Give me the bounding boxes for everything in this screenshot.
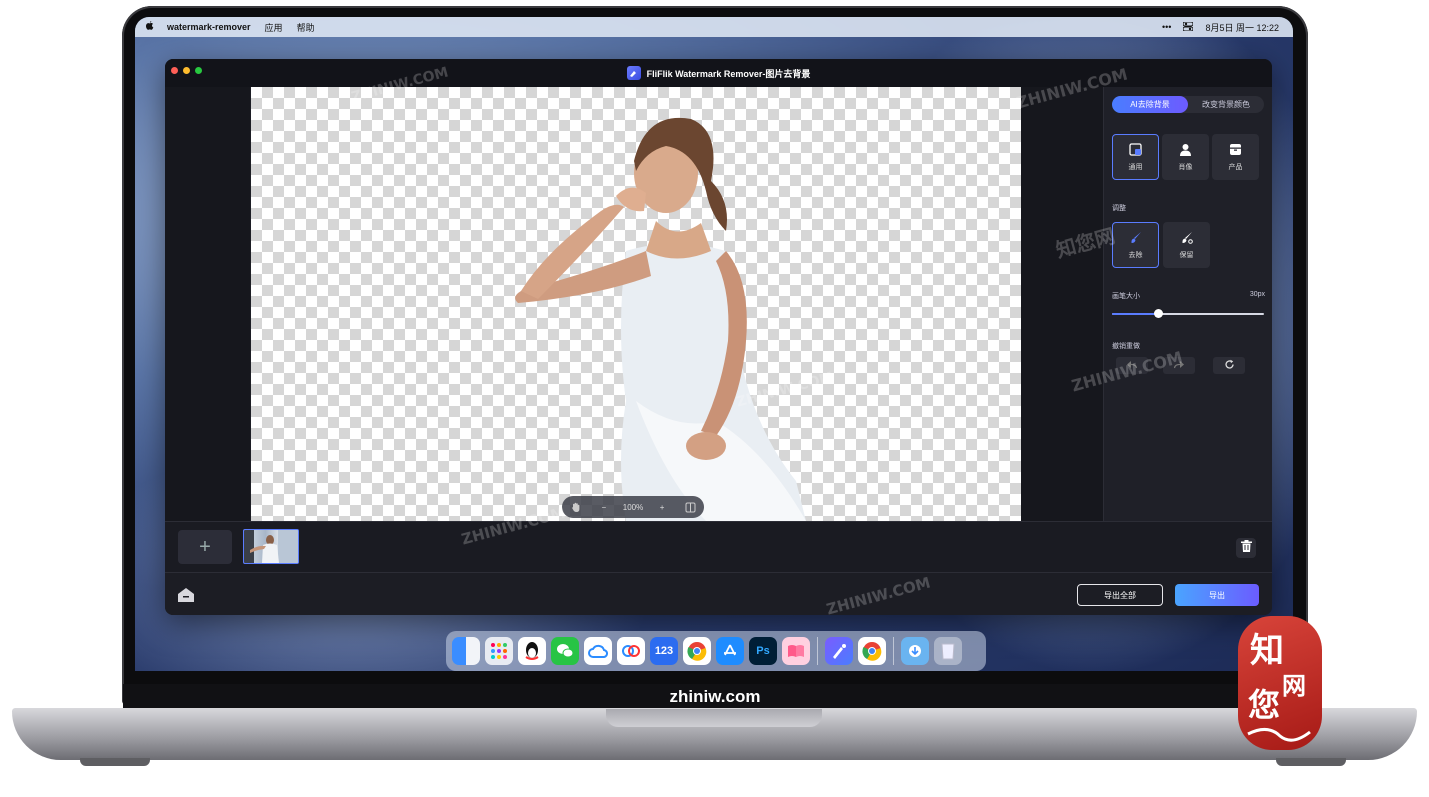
app-store-icon[interactable] — [716, 637, 744, 665]
export-button[interactable]: 导出 — [1175, 584, 1259, 606]
image-canvas[interactable] — [251, 87, 1021, 521]
books-icon[interactable] — [782, 637, 810, 665]
erase-tool[interactable]: 去除 — [1112, 222, 1159, 268]
laptop-notch — [606, 709, 822, 727]
home-icon[interactable] — [177, 586, 195, 604]
thumbnail-strip: + — [165, 521, 1272, 572]
site-logo-graphic: 知 网 您 — [1247, 631, 1311, 742]
desktop-screen: watermark-remover 应用 帮助 ••• 8月5日 周一 12:2… — [135, 17, 1293, 671]
site-logo-badge: 知 网 您 — [1238, 616, 1322, 750]
mode-portrait-label: 肖像 — [1178, 163, 1193, 171]
reset-button[interactable] — [1213, 357, 1245, 374]
finder-icon[interactable] — [452, 637, 480, 665]
dock: 123 Ps — [446, 631, 986, 671]
numbers-icon[interactable]: 123 — [650, 637, 678, 665]
cloud-drive-icon[interactable] — [584, 637, 612, 665]
control-center-icon[interactable] — [1182, 21, 1194, 33]
delete-button[interactable] — [1236, 538, 1256, 558]
badge-char-1: 知 — [1250, 631, 1284, 671]
tab-ai-remove-bg[interactable]: AI去除背景 — [1112, 96, 1188, 113]
qq-icon[interactable] — [518, 637, 546, 665]
chrome-canary-icon[interactable] — [858, 637, 886, 665]
photoshop-icon[interactable]: Ps — [749, 637, 777, 665]
mode-product-label: 产品 — [1228, 163, 1243, 171]
cutout-subject — [515, 117, 806, 521]
menu-clock[interactable]: 8月5日 周一 12:22 — [1205, 21, 1279, 34]
trash-icon — [1240, 539, 1252, 557]
brush-size-fill — [1112, 313, 1158, 315]
window-title: FliFlik Watermark Remover-图片去背景 — [646, 68, 811, 79]
tool-panel: AI去除背景 改变背景颜色 通用 肖像 产品 调整 去除 保留 画笔大小 30p… — [1103, 87, 1272, 521]
brush-size-label: 画笔大小 — [1112, 293, 1140, 300]
launchpad-icon[interactable] — [485, 637, 513, 665]
portrait-icon — [1179, 143, 1192, 158]
keep-brush-icon — [1180, 231, 1193, 246]
zoom-level: 100% — [622, 502, 644, 512]
zoom-button[interactable] — [195, 67, 202, 74]
laptop-foot-left — [80, 758, 150, 766]
adjust-label: 调整 — [1112, 205, 1126, 212]
app-window: FliFlik Watermark Remover-图片去背景 − 100% +… — [165, 59, 1272, 615]
mode-product[interactable]: 产品 — [1212, 134, 1259, 180]
mode-general-label: 通用 — [1128, 163, 1143, 171]
menu-bar-status: ••• 8月5日 周一 12:22 — [1162, 21, 1279, 34]
traffic-lights — [171, 67, 202, 74]
brush-size-slider[interactable] — [1112, 309, 1264, 318]
brush-tools: 去除 保留 — [1112, 222, 1210, 268]
baidu-netdisk-icon[interactable] — [617, 637, 645, 665]
trash-dock-icon[interactable] — [934, 637, 962, 665]
downloads-folder-icon[interactable] — [901, 637, 929, 665]
zoom-out-button[interactable]: − — [595, 498, 613, 516]
keep-tool-label: 保留 — [1179, 251, 1194, 259]
general-icon — [1129, 142, 1142, 158]
mode-tabs: AI去除背景 改变背景颜色 — [1112, 96, 1264, 113]
dock-separator — [817, 637, 818, 665]
product-icon — [1229, 143, 1242, 158]
chrome-icon[interactable] — [683, 637, 711, 665]
reset-icon — [1224, 359, 1235, 372]
menu-app-name[interactable]: watermark-remover — [167, 22, 251, 32]
keep-tool[interactable]: 保留 — [1163, 222, 1210, 268]
erase-tool-label: 去除 — [1128, 251, 1143, 259]
thumbnail-preview — [244, 530, 298, 563]
hand-tool-icon[interactable] — [567, 498, 585, 516]
mode-general[interactable]: 通用 — [1112, 134, 1159, 180]
erase-brush-icon — [1129, 231, 1142, 246]
more-icon[interactable]: ••• — [1162, 22, 1171, 32]
undo-redo-label: 撤销重做 — [1112, 343, 1140, 350]
minimize-button[interactable] — [183, 67, 190, 74]
badge-char-2: 网 — [1282, 671, 1306, 700]
close-button[interactable] — [171, 67, 178, 74]
dock-separator-2 — [893, 637, 894, 665]
watermark-remover-dock-icon[interactable] — [825, 637, 853, 665]
zoom-in-button[interactable]: + — [653, 498, 671, 516]
tab-change-bg-color[interactable]: 改变背景颜色 — [1188, 96, 1264, 113]
menu-item-help[interactable]: 帮助 — [297, 21, 315, 34]
left-gutter — [165, 87, 250, 521]
wechat-icon[interactable] — [551, 637, 579, 665]
image-thumbnail[interactable] — [243, 529, 299, 564]
menu-bar: watermark-remover 应用 帮助 ••• 8月5日 周一 12:2… — [135, 17, 1293, 37]
add-image-button[interactable]: + — [178, 530, 232, 564]
zoom-toolbar: − 100% + — [562, 496, 704, 518]
subject-modes: 通用 肖像 产品 — [1112, 134, 1259, 180]
mode-portrait[interactable]: 肖像 — [1162, 134, 1209, 180]
apple-icon[interactable] — [145, 20, 157, 34]
badge-char-3: 您 — [1248, 686, 1280, 724]
compare-icon[interactable] — [681, 498, 699, 516]
laptop-foot-right — [1276, 758, 1346, 766]
brush-size-knob[interactable] — [1153, 309, 1163, 318]
menu-item-app[interactable]: 应用 — [265, 21, 283, 34]
export-all-button[interactable]: 导出全部 — [1077, 584, 1163, 606]
app-logo-icon — [626, 66, 641, 80]
brush-size-value: 30px — [1249, 291, 1265, 298]
site-caption: zhiniw.com — [669, 687, 761, 706]
canvas-right-gutter — [1021, 87, 1103, 521]
bottom-bar: 导出全部 导出 — [165, 572, 1272, 615]
